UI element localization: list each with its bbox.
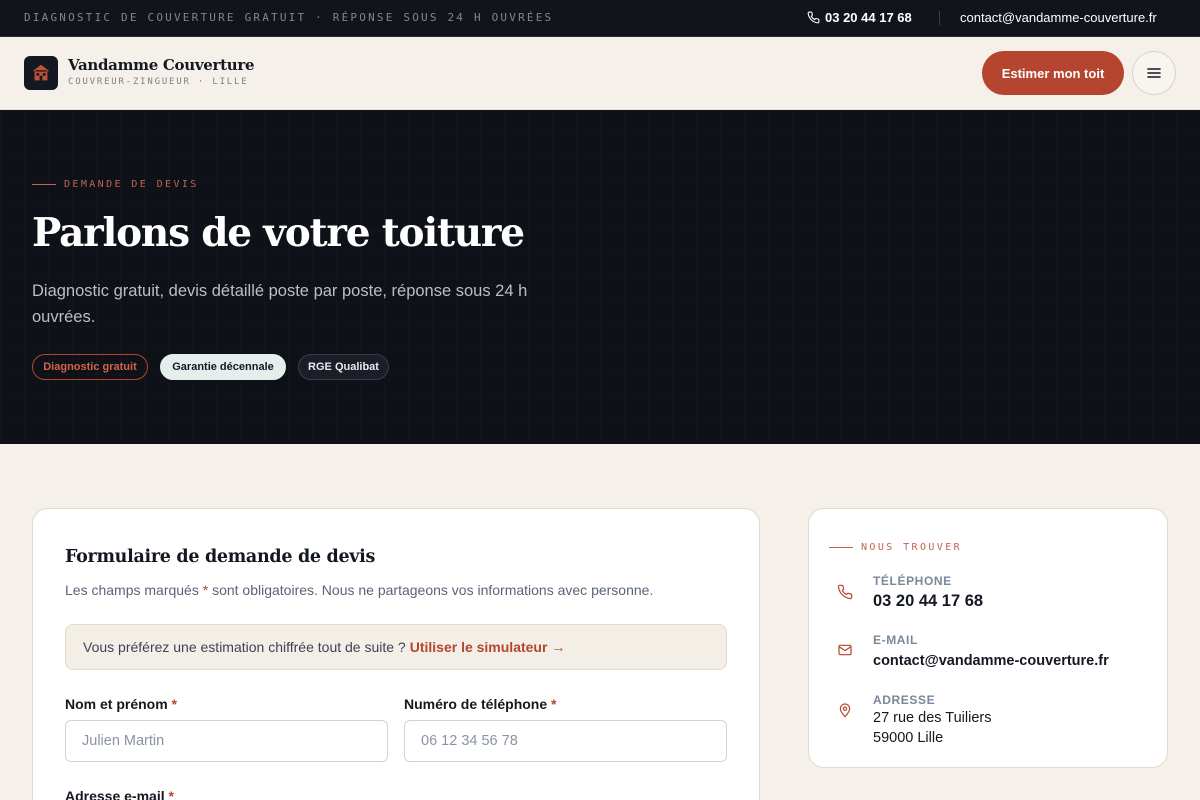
required-asterisk: *: [168, 788, 174, 800]
hero-section: DEMANDE DE DEVIS Parlons de votre toitur…: [0, 110, 1200, 444]
hamburger-menu-icon: [1147, 68, 1161, 78]
form-required-note: Les champs marqués * sont obligatoires. …: [65, 582, 653, 598]
page-title: Parlons de votre toiture: [32, 210, 525, 256]
contact-eyebrow-text: NOUS TROUVER: [861, 542, 963, 553]
contact-phone-value[interactable]: 03 20 44 17 68: [873, 592, 983, 611]
brand-name[interactable]: Vandamme Couverture: [68, 56, 255, 74]
required-asterisk: *: [171, 696, 178, 712]
phone-label-text: Numéro de téléphone: [404, 696, 548, 712]
contact-email-value[interactable]: contact@vandamme-couverture.fr: [873, 653, 1109, 669]
topbar-email-link[interactable]: contact@vandamme-couverture.fr: [960, 10, 1157, 25]
topbar-phone-link[interactable]: 03 20 44 17 68: [807, 10, 912, 25]
name-label-text: Nom et prénom: [65, 696, 168, 712]
phone-icon: [807, 11, 820, 24]
required-asterisk: *: [551, 696, 557, 712]
simulator-banner-text: Vous préférez une estimation chiffrée to…: [83, 639, 406, 655]
eyebrow-rule: [32, 184, 56, 185]
hero-subtitle: Diagnostic gratuit, devis détaillé poste…: [32, 282, 528, 326]
logo[interactable]: [24, 56, 58, 90]
brand-tagline: COUVREUR-ZINGUEUR · LILLE: [68, 77, 249, 87]
eyebrow-rule: [829, 547, 853, 548]
email-label-text: Adresse e-mail: [65, 788, 165, 800]
email-label: Adresse e-mail *: [65, 788, 174, 800]
phone-label: Numéro de téléphone *: [404, 696, 556, 712]
hero-eyebrow: DEMANDE DE DEVIS: [32, 179, 199, 190]
house-roof-icon: [32, 64, 50, 81]
topbar-phone-number: 03 20 44 17 68: [825, 10, 912, 25]
badge-rge-qualibat: RGE Qualibat: [298, 354, 389, 380]
contact-info-card: NOUS TROUVER TÉLÉPHONE 03 20 44 17 68 E-…: [808, 508, 1168, 768]
contact-email-label: E-MAIL: [873, 633, 918, 647]
contact-phone-label: TÉLÉPHONE: [873, 574, 952, 588]
estimate-roof-button[interactable]: Estimer mon toit: [982, 51, 1124, 95]
topbar-divider: [939, 11, 940, 25]
map-pin-icon: [839, 703, 851, 718]
name-label: Nom et prénom *: [65, 696, 177, 712]
menu-button[interactable]: [1132, 51, 1176, 95]
name-input[interactable]: [65, 720, 388, 762]
contact-address-line2: 59000 Lille: [873, 730, 944, 746]
form-title: Formulaire de demande de devis: [65, 547, 376, 567]
quote-form-card: Formulaire de demande de devis Les champ…: [32, 508, 760, 800]
site-header: Vandamme Couverture COUVREUR-ZINGUEUR · …: [0, 37, 1200, 110]
hero-eyebrow-text: DEMANDE DE DEVIS: [64, 179, 199, 190]
simulator-link[interactable]: Utiliser le simulateur →: [410, 639, 566, 655]
mail-icon: [838, 644, 852, 656]
form-note-end: sont obligatoires. Nous ne partageons vo…: [208, 582, 654, 598]
contact-address-line1: 27 rue des Tuiliers: [873, 710, 992, 726]
badge-decennial-warranty: Garantie décennale: [160, 354, 286, 380]
contact-eyebrow: NOUS TROUVER: [829, 542, 962, 553]
phone-icon: [837, 584, 853, 600]
top-bar: DIAGNOSTIC DE COUVERTURE GRATUIT · RÉPON…: [0, 0, 1200, 37]
badge-free-diagnostic: Diagnostic gratuit: [32, 354, 148, 380]
form-note-start: Les champs marqués: [65, 582, 203, 598]
phone-input[interactable]: [404, 720, 727, 762]
topbar-tagline: DIAGNOSTIC DE COUVERTURE GRATUIT · RÉPON…: [24, 11, 554, 24]
contact-address-label: ADRESSE: [873, 693, 936, 707]
simulator-banner: Vous préférez une estimation chiffrée to…: [65, 624, 727, 670]
